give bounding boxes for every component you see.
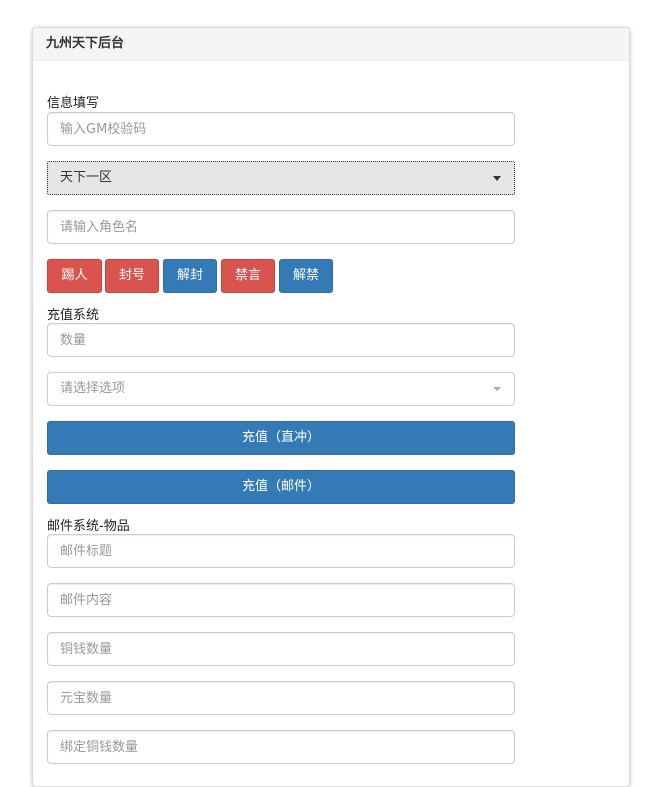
unmute-button[interactable]: 解禁 — [279, 259, 333, 293]
bound-copper-amount-input[interactable] — [47, 730, 515, 764]
recharge-section-label: 充值系统 — [47, 308, 100, 323]
info-section-label: 信息填写 — [47, 96, 100, 111]
server-select[interactable]: 天下一区 — [47, 161, 515, 195]
recharge-option-placeholder: 请选择选项 — [60, 381, 126, 396]
unban-button[interactable]: 解封 — [163, 259, 217, 293]
recharge-amount-input[interactable] — [47, 323, 515, 357]
chevron-down-icon — [493, 387, 501, 391]
server-select-value: 天下一区 — [60, 170, 113, 185]
recharge-option-select[interactable]: 请选择选项 — [47, 372, 515, 406]
admin-panel: 九州天下后台 信息填写 天下一区 踢人 封号 解封 禁言 解禁 充值系统 请选择… — [32, 27, 630, 787]
recharge-mail-button[interactable]: 充值（邮件） — [47, 470, 515, 504]
role-name-input[interactable] — [47, 210, 515, 244]
mail-title-input[interactable] — [47, 534, 515, 568]
ban-button[interactable]: 封号 — [105, 259, 159, 293]
chevron-down-icon — [493, 176, 501, 181]
panel-title: 九州天下后台 — [33, 28, 629, 61]
copper-amount-input[interactable] — [47, 632, 515, 666]
mail-content-input[interactable] — [47, 583, 515, 617]
mute-button[interactable]: 禁言 — [221, 259, 275, 293]
mail-section-label: 邮件系统-物品 — [47, 519, 130, 534]
kick-button[interactable]: 踢人 — [47, 259, 102, 293]
ingot-amount-input[interactable] — [47, 681, 515, 715]
recharge-direct-button[interactable]: 充值（直冲） — [47, 421, 515, 455]
gm-code-input[interactable] — [47, 112, 515, 146]
